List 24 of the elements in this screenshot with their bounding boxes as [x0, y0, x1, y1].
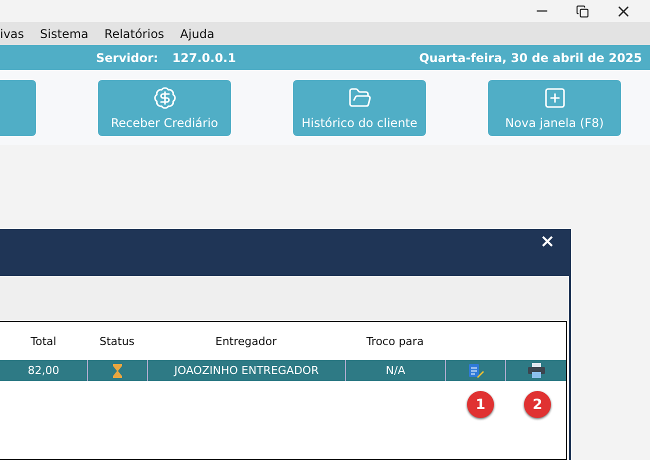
table-row[interactable]: 82,00 JOAOZINHO ENTREGADOR N/A [0, 360, 566, 381]
menu-item[interactable]: Relatórios [104, 26, 164, 40]
dollar-icon [152, 86, 176, 110]
menu-item[interactable]: ivas [0, 26, 24, 40]
server-address: 127.0.0.1 [172, 50, 236, 64]
close-button[interactable]: × [540, 231, 555, 251]
table-cell: N/A [386, 364, 406, 377]
column-header: Entregador [214, 334, 278, 348]
edit-icon[interactable] [468, 363, 484, 378]
restore-icon[interactable] [576, 4, 589, 18]
print-icon[interactable] [528, 363, 544, 378]
table-cell: JOAOZINHO ENTREGADOR [174, 364, 319, 377]
column-header: Status [98, 334, 136, 348]
date-text: Quarta-feira, 30 de abril de 2025 [419, 50, 642, 64]
column-header: Total [30, 334, 58, 348]
number-badge: 1 [467, 391, 494, 418]
menu-item[interactable]: Sistema [40, 26, 88, 40]
new-window-icon [542, 86, 566, 110]
number-badge: 2 [524, 391, 551, 418]
folder-icon [348, 86, 372, 110]
table-cell-text: 82,00 [26, 364, 60, 377]
menu-item[interactable]: Ajuda [180, 26, 214, 40]
column-header: Troco para [365, 334, 425, 348]
server-label: Servidor: [96, 50, 158, 64]
